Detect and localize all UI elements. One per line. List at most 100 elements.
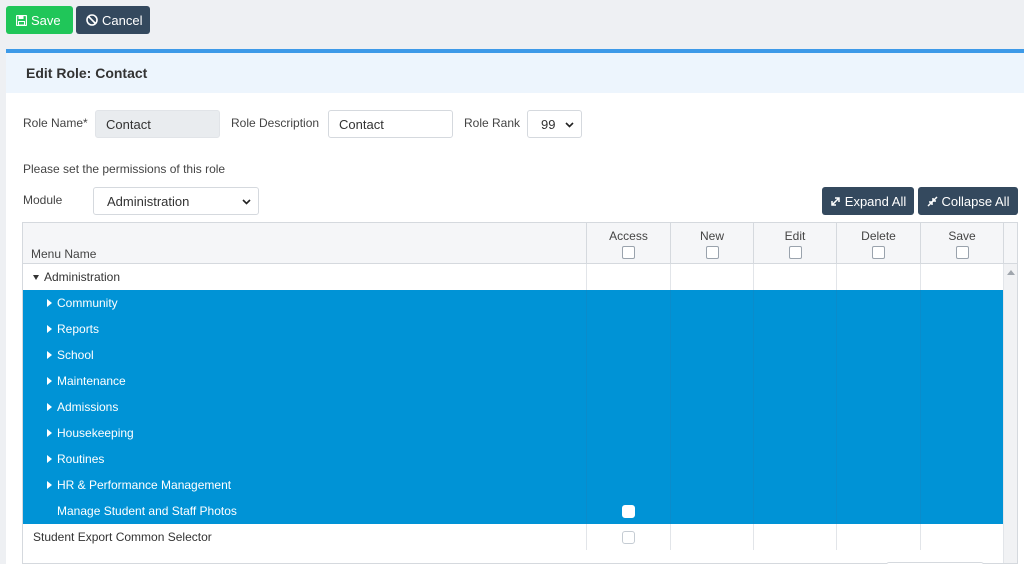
row-name: Student Export Common Selector (33, 530, 212, 544)
column-divider (670, 264, 671, 290)
row-name: Admissions (47, 400, 118, 414)
edit-column-header: Edit (753, 223, 836, 264)
column-divider (670, 316, 671, 342)
module-select[interactable]: Administration (93, 187, 259, 215)
table-row[interactable]: Administration (23, 264, 1003, 290)
column-divider (920, 524, 921, 550)
column-divider (753, 472, 754, 498)
role-name-value: Contact (106, 116, 151, 132)
access-checkbox[interactable] (622, 531, 635, 544)
delete-column-header: Delete (836, 223, 920, 264)
caret-right-icon[interactable] (47, 299, 52, 307)
column-divider (753, 368, 754, 394)
edit-header-label: Edit (784, 229, 806, 243)
column-divider (586, 316, 587, 342)
column-divider (586, 368, 587, 394)
table-row[interactable]: School (23, 342, 1003, 368)
caret-right-icon[interactable] (47, 325, 52, 333)
new-header-label: New (699, 229, 724, 243)
grid-scrollbar[interactable] (1003, 264, 1017, 563)
row-label: Routines (57, 452, 105, 466)
column-divider (586, 264, 587, 290)
column-divider (836, 420, 837, 446)
role-name-label: Role Name* (23, 116, 88, 130)
row-name: Community (47, 296, 118, 310)
table-row[interactable]: Reports (23, 316, 1003, 342)
column-divider (836, 524, 837, 550)
role-name-field: Contact (95, 110, 220, 138)
row-label: Student Export Common Selector (33, 530, 212, 544)
column-divider (586, 524, 587, 550)
caret-right-icon[interactable] (47, 403, 52, 411)
row-label: Community (57, 296, 118, 310)
column-divider (920, 264, 921, 290)
expand-icon (831, 196, 840, 206)
column-divider (753, 446, 754, 472)
row-name: HR & Performance Management (47, 478, 231, 492)
column-divider (670, 290, 671, 316)
column-divider (920, 342, 921, 368)
chevron-down-icon (242, 199, 251, 205)
delete-select-all-checkbox[interactable] (872, 246, 885, 259)
role-description-field[interactable]: Contact (328, 110, 453, 138)
row-label: Admissions (57, 400, 119, 414)
row-name: Housekeeping (47, 426, 134, 440)
column-divider (586, 342, 587, 368)
permissions-grid: Menu Name Access New Edit Delete Save Ad… (22, 222, 1018, 564)
expand-all-button[interactable]: Expand All (822, 187, 914, 215)
column-divider (753, 342, 754, 368)
caret-right-icon[interactable] (47, 429, 52, 437)
role-rank-select[interactable]: 99 (527, 110, 582, 138)
row-label: Manage Student and Staff Photos (57, 504, 237, 518)
access-select-all-checkbox[interactable] (622, 246, 635, 259)
column-divider (753, 290, 754, 316)
column-divider (836, 316, 837, 342)
role-rank-label: Role Rank (464, 116, 521, 130)
row-name: Administration (33, 270, 120, 284)
compress-icon (927, 195, 938, 207)
role-description-value: Contact (339, 116, 384, 132)
table-row[interactable]: Maintenance (23, 368, 1003, 394)
table-row[interactable]: Student Export Common Selector (23, 524, 1003, 550)
new-select-all-checkbox[interactable] (705, 246, 719, 259)
scroll-up-icon[interactable] (1007, 270, 1015, 275)
column-divider (920, 290, 921, 316)
save-button-label: Save (31, 12, 61, 28)
save-column-header: Save (920, 223, 1003, 264)
access-checkbox[interactable] (622, 505, 635, 518)
caret-right-icon[interactable] (47, 481, 52, 489)
save-select-all-checkbox[interactable] (955, 246, 969, 259)
collapse-all-button[interactable]: Collapse All (918, 187, 1018, 215)
column-divider (586, 472, 587, 498)
caret-right-icon[interactable] (47, 455, 52, 463)
table-row[interactable]: Manage Student and Staff Photos (23, 498, 1003, 524)
row-label: Maintenance (57, 374, 126, 388)
row-label: HR & Performance Management (57, 478, 232, 492)
table-row[interactable]: Housekeeping (23, 420, 1003, 446)
table-row[interactable]: Admissions (23, 394, 1003, 420)
table-row[interactable]: Community (23, 290, 1003, 316)
caret-right-icon[interactable] (47, 377, 52, 385)
column-divider (586, 420, 587, 446)
table-row[interactable]: Routines (23, 446, 1003, 472)
column-divider (670, 524, 671, 550)
edit-select-all-checkbox[interactable] (788, 246, 802, 259)
cancel-button[interactable]: Cancel (76, 6, 150, 34)
permissions-instructions: Please set the permissions of this role (23, 162, 226, 176)
role-description-label: Role Description (231, 116, 320, 130)
caret-down-icon[interactable] (33, 274, 39, 280)
column-divider (586, 290, 587, 316)
column-divider (920, 368, 921, 394)
row-name: School (47, 348, 94, 362)
delete-header-label: Delete (861, 229, 896, 243)
column-divider (670, 420, 671, 446)
save-button[interactable]: Save (6, 6, 73, 34)
caret-right-icon[interactable] (47, 351, 52, 359)
column-divider (670, 472, 671, 498)
table-row[interactable]: HR & Performance Management (23, 472, 1003, 498)
access-column-header: Access (586, 223, 670, 264)
floppy-disk-icon (16, 14, 27, 26)
column-divider (920, 498, 921, 524)
module-label: Module (23, 193, 63, 207)
collapse-all-label: Collapse All (941, 193, 1010, 209)
